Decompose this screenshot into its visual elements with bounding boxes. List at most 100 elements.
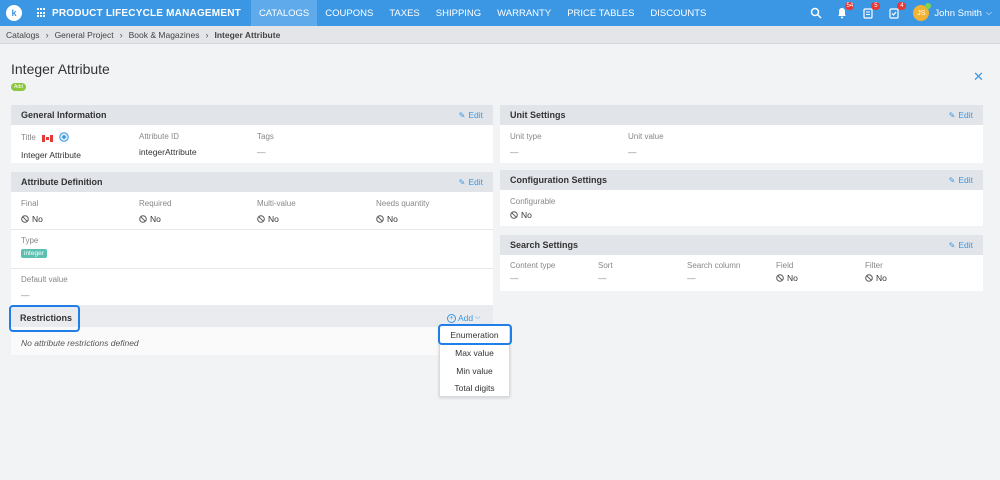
edit-label: Edit [468, 110, 483, 120]
configurable-value-text: No [521, 210, 532, 220]
ban-icon [257, 215, 265, 223]
nav-item-price-tables[interactable]: PRICE TABLES [559, 0, 642, 26]
content-type-field: Content type — [510, 261, 555, 283]
tags-value: — [257, 147, 266, 157]
nav-item-taxes[interactable]: TAXES [381, 0, 427, 26]
general-information-panel: General Information ✎ Edit Title Integer … [11, 105, 493, 163]
menu-item-total-digits[interactable]: Total digits [440, 383, 509, 393]
unit-value-field: Unit value — [628, 132, 664, 157]
panel-title: General Information [21, 110, 107, 120]
filter-field: Filter No [865, 261, 887, 283]
user-avatar[interactable]: JS [913, 3, 932, 21]
panel-header: Search Settings ✎ Edit [500, 235, 983, 255]
nav-item-shipping[interactable]: SHIPPING [428, 0, 489, 26]
configuration-settings-panel: Configuration Settings ✎ Edit Configurabl… [500, 170, 983, 226]
ban-icon [776, 274, 784, 282]
nav-item-discounts[interactable]: DISCOUNTS [642, 0, 714, 26]
add-restriction-button[interactable]: + Add ⌵ [447, 313, 480, 323]
configurable-field: Configurable No [510, 197, 555, 220]
unit-settings-panel: Unit Settings ✎ Edit Unit type — Unit val… [500, 105, 983, 163]
tags-field: Tags — [257, 132, 274, 157]
menu-item-min-value[interactable]: Min value [440, 366, 509, 376]
sort-value: — [598, 273, 607, 283]
nav-item-warranty[interactable]: WARRANTY [489, 0, 559, 26]
bell-icon[interactable]: 54 [835, 2, 855, 20]
nav-item-coupons[interactable]: COUPONS [317, 0, 381, 26]
chevron-down-icon[interactable]: ⌵ [986, 8, 992, 18]
final-label: Final [21, 199, 39, 208]
search-icon[interactable] [809, 6, 823, 20]
pencil-icon: ✎ [458, 110, 466, 120]
add-label: Add [458, 313, 474, 323]
chevron-right-icon: › [205, 29, 209, 40]
edit-button[interactable]: ✎ Edit [949, 110, 973, 120]
main-nav: CATALOGS COUPONS TAXES SHIPPING WARRANTY… [250, 0, 714, 26]
pencil-icon: ✎ [948, 110, 956, 120]
needs-quantity-field: Needs quantity No [376, 199, 429, 224]
unit-type-field: Unit type — [510, 132, 542, 157]
final-value-text: No [32, 214, 43, 224]
breadcrumb-general-project[interactable]: General Project [55, 30, 114, 40]
ban-icon [21, 215, 29, 223]
pencil-icon: ✎ [458, 177, 466, 187]
final-value: No [21, 214, 43, 224]
content-type-label: Content type [510, 261, 556, 270]
breadcrumb-book-magazines[interactable]: Book & Magazines [129, 30, 200, 40]
tasks-icon[interactable]: 5 [861, 2, 881, 20]
configurable-label: Configurable [510, 197, 556, 206]
unit-type-label: Unit type [510, 132, 542, 141]
required-label: Required [139, 199, 172, 208]
chevron-down-icon: ⌵ [475, 314, 481, 321]
edit-button[interactable]: ✎ Edit [949, 240, 973, 250]
attribute-definition-panel: Attribute Definition ✎ Edit Final No Requ… [11, 172, 493, 355]
edit-label: Edit [958, 240, 973, 250]
required-value-text: No [150, 214, 161, 224]
menu-item-max-value[interactable]: Max value [440, 348, 509, 358]
nav-item-catalogs[interactable]: CATALOGS [250, 0, 318, 26]
app-title[interactable]: PRODUCT LIFECYCLE MANAGEMENT [52, 8, 241, 19]
type-field: Type integer [21, 236, 47, 258]
tags-label: Tags [257, 132, 274, 141]
app-logo[interactable]: k [6, 5, 22, 21]
edit-button[interactable]: ✎ Edit [459, 110, 483, 120]
checklist-icon[interactable]: 4 [887, 2, 907, 20]
pencil-icon: ✎ [948, 240, 956, 250]
pencil-icon: ✎ [948, 175, 956, 185]
needs-quantity-text: No [387, 214, 398, 224]
search-column-label: Search column [687, 261, 741, 270]
panel-header: Configuration Settings ✎ Edit [500, 170, 983, 190]
configurable-value: No [510, 210, 555, 220]
default-value-label: Default value [21, 275, 68, 284]
attribute-id-value: integerAttribute [139, 147, 197, 157]
title-field: Title Integer Attribute [21, 132, 81, 160]
multi-value-field: Multi-value No [257, 199, 296, 224]
field-value-text: No [787, 273, 798, 283]
required-field: Required No [139, 199, 171, 224]
default-value-value: — [21, 290, 30, 300]
edit-button[interactable]: ✎ Edit [949, 175, 973, 185]
breadcrumb-catalogs[interactable]: Catalogs [6, 30, 40, 40]
needs-quantity-label: Needs quantity [376, 199, 430, 208]
user-name[interactable]: John Smith [934, 8, 982, 19]
attribute-id-label: Attribute ID [139, 132, 180, 141]
needs-quantity-value: No [376, 214, 429, 224]
edit-button[interactable]: ✎ Edit [459, 177, 483, 187]
search-settings-panel: Search Settings ✎ Edit Content type — Sor… [500, 235, 983, 291]
chevron-right-icon: › [45, 29, 49, 40]
panel-header: General Information ✎ Edit [11, 105, 493, 125]
panel-title: Configuration Settings [510, 175, 607, 185]
apps-grid-icon[interactable] [37, 8, 47, 18]
translation-icon[interactable] [58, 132, 70, 144]
checklist-badge: 4 [897, 2, 907, 10]
divider [11, 229, 493, 230]
unit-value-label: Unit value [628, 132, 664, 141]
field-label: Field [776, 261, 794, 270]
field-field: Field No [776, 261, 798, 283]
panel-header: Unit Settings ✎ Edit [500, 105, 983, 125]
title-label: Title [21, 133, 36, 143]
restrictions-header [11, 305, 493, 327]
panel-title: Unit Settings [510, 110, 566, 120]
close-icon[interactable]: ✕ [973, 69, 984, 85]
search-column-field: Search column — [687, 261, 740, 283]
top-right-tools: 54 5 4 JS John Smith ⌵ [809, 0, 1000, 26]
